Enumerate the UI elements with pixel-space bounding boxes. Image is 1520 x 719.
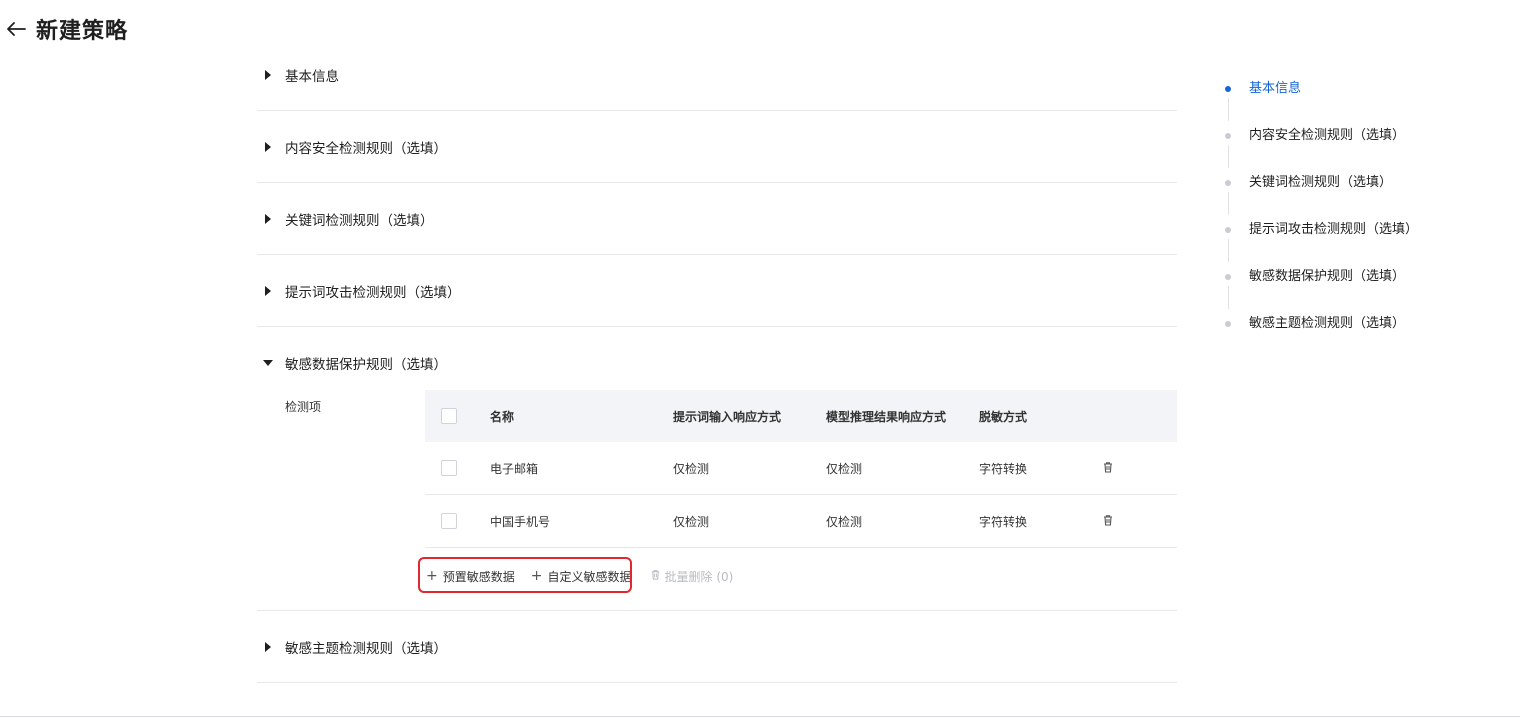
column-header-name: 名称 [490, 409, 515, 424]
arrow-left-icon[interactable] [4, 17, 28, 41]
section-basic-info: 基本信息 [257, 39, 1177, 111]
page-header: 新建策略 [4, 14, 128, 44]
cell-model-response: 仅检测 [826, 461, 863, 476]
header-checkbox-cell [425, 408, 490, 424]
batch-delete-button[interactable]: 批量删除 (0) [650, 568, 734, 585]
add-custom-sensitive-data-button[interactable]: + 自定义敏感数据 [531, 568, 632, 585]
anchor-line [1228, 145, 1229, 168]
section-title: 提示词攻击检测规则（选填） [285, 284, 461, 301]
table-row: 电子邮箱 仅检测 仅检测 字符转换 [425, 442, 1177, 495]
anchor-label: 提示词攻击检测规则（选填） [1249, 222, 1419, 237]
anchor-line [1228, 239, 1229, 262]
cell-prompt-response: 仅检测 [673, 514, 710, 529]
add-preset-sensitive-data-button[interactable]: + 预置敏感数据 [426, 568, 515, 585]
page-title: 新建策略 [36, 19, 129, 44]
row-checkbox[interactable] [441, 460, 457, 476]
caret-right-icon [263, 141, 273, 152]
trash-icon[interactable] [1102, 514, 1114, 526]
anchor-label: 内容安全检测规则（选填） [1249, 128, 1406, 143]
anchor-label: 基本信息 [1249, 81, 1302, 96]
caret-right-icon [263, 285, 273, 296]
section-content-security: 内容安全检测规则（选填） [257, 111, 1177, 183]
section-header-sensitive-topic[interactable]: 敏感主题检测规则（选填） [257, 611, 1177, 682]
cell-prompt-response: 仅检测 [673, 461, 710, 476]
section-header-content-security[interactable]: 内容安全检测规则（选填） [257, 111, 1177, 182]
anchor-line [1228, 98, 1229, 121]
section-sensitive-topic: 敏感主题检测规则（选填） [257, 611, 1177, 683]
bottom-divider [0, 716, 1520, 717]
table-header: 名称 提示词输入响应方式 模型推理结果响应方式 脱敏方式 [425, 390, 1177, 442]
form-sections: 基本信息 内容安全检测规则（选填） 关键词检测规则（选填） 提示词攻击检测规则（… [257, 39, 1177, 683]
anchor-dot [1225, 133, 1231, 139]
plus-icon: + [426, 568, 438, 584]
anchor-dot [1225, 321, 1231, 327]
section-title: 敏感主题检测规则（选填） [285, 640, 447, 657]
plus-icon: + [530, 568, 543, 584]
anchor-label: 敏感主题检测规则（选填） [1249, 316, 1406, 331]
caret-right-icon [263, 69, 273, 80]
trash-icon [650, 569, 661, 583]
anchor-dot [1225, 274, 1231, 280]
add-preset-label: 预置敏感数据 [442, 569, 515, 584]
section-header-sensitive-data[interactable]: 敏感数据保护规则（选填） [257, 327, 1177, 398]
anchor-item-sensitive-data[interactable]: 敏感数据保护规则（选填） [1222, 264, 1502, 311]
trash-icon[interactable] [1102, 461, 1114, 473]
caret-right-icon [263, 641, 273, 652]
cell-ops [1102, 514, 1162, 529]
anchor-item-sensitive-topic[interactable]: 敏感主题检测规则（选填） [1222, 311, 1502, 358]
anchor-nav: 基本信息 内容安全检测规则（选填） 关键词检测规则（选填） 提示词攻击检测规则（… [1222, 76, 1502, 358]
anchor-label: 关键词检测规则（选填） [1249, 175, 1393, 190]
field-label: 检测项 [285, 400, 322, 414]
anchor-dot [1225, 86, 1231, 92]
detection-table: 名称 提示词输入响应方式 模型推理结果响应方式 脱敏方式 电子邮箱 仅检测 仅检… [425, 390, 1177, 548]
table-row: 中国手机号 仅检测 仅检测 字符转换 [425, 495, 1177, 548]
column-header-model-response: 模型推理结果响应方式 [826, 409, 947, 424]
row-checkbox[interactable] [441, 513, 457, 529]
cell-mask: 字符转换 [979, 514, 1028, 529]
caret-right-icon [263, 213, 273, 224]
anchor-item-basic-info[interactable]: 基本信息 [1222, 76, 1502, 123]
column-header-mask: 脱敏方式 [979, 409, 1028, 424]
section-title: 基本信息 [285, 68, 339, 85]
anchor-dot [1225, 180, 1231, 186]
section-prompt-attack: 提示词攻击检测规则（选填） [257, 255, 1177, 327]
anchor-line [1228, 192, 1229, 215]
caret-down-icon [263, 358, 273, 368]
cell-mask: 字符转换 [979, 461, 1028, 476]
anchor-item-prompt-attack[interactable]: 提示词攻击检测规则（选填） [1222, 217, 1502, 264]
column-header-prompt-response: 提示词输入响应方式 [673, 409, 782, 424]
add-custom-label: 自定义敏感数据 [547, 569, 632, 584]
section-sensitive-data: 敏感数据保护规则（选填） 检测项 名称 提示词输入响应方式 模型推理结果响应方式… [257, 327, 1177, 611]
anchor-item-keyword[interactable]: 关键词检测规则（选填） [1222, 170, 1502, 217]
section-header-keyword[interactable]: 关键词检测规则（选填） [257, 183, 1177, 254]
table-actions: + 预置敏感数据 + 自定义敏感数据 批量删除 (0) [418, 557, 734, 595]
section-title: 关键词检测规则（选填） [285, 212, 434, 229]
sensitive-data-body: 检测项 名称 提示词输入响应方式 模型推理结果响应方式 脱敏方式 电子邮箱 仅检… [257, 390, 1177, 610]
row-checkbox-cell [425, 460, 490, 476]
section-header-basic-info[interactable]: 基本信息 [257, 39, 1177, 110]
section-header-prompt-attack[interactable]: 提示词攻击检测规则（选填） [257, 255, 1177, 326]
anchor-label: 敏感数据保护规则（选填） [1249, 269, 1406, 284]
anchor-line [1228, 286, 1229, 309]
batch-delete-label: 批量删除 (0) [664, 569, 734, 584]
row-checkbox-cell [425, 513, 490, 529]
select-all-checkbox[interactable] [441, 408, 457, 424]
anchor-dot [1225, 227, 1231, 233]
cell-name: 电子邮箱 [490, 461, 539, 476]
section-title: 敏感数据保护规则（选填） [285, 356, 447, 373]
cell-ops [1102, 461, 1162, 476]
cell-model-response: 仅检测 [826, 514, 863, 529]
anchor-item-content-security[interactable]: 内容安全检测规则（选填） [1222, 123, 1502, 170]
cell-name: 中国手机号 [490, 514, 551, 529]
section-title: 内容安全检测规则（选填） [285, 140, 447, 157]
section-keyword: 关键词检测规则（选填） [257, 183, 1177, 255]
